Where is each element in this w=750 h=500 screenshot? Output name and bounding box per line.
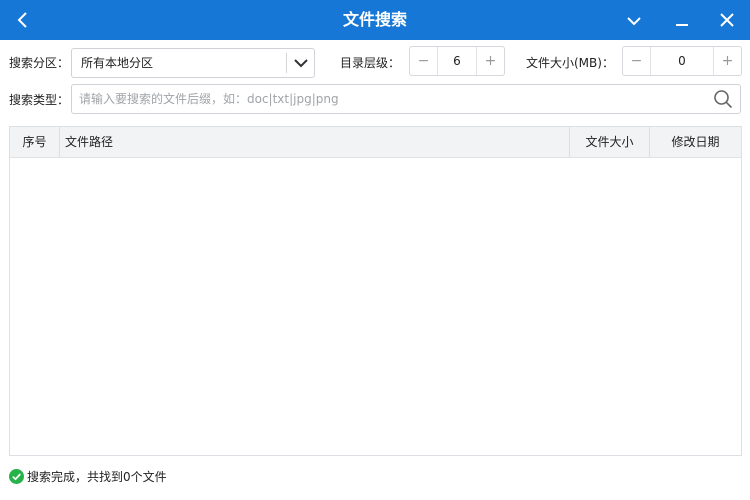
chevron-down-icon [627,17,641,26]
depth-increment-button[interactable]: + [476,47,504,75]
type-search-placeholder: 请输入要搜索的文件后缀，如：doc|txt|jpg|png [79,92,339,106]
select-divider [286,53,287,73]
size-stepper[interactable]: − 0 + [622,46,742,76]
size-decrement-button[interactable]: − [623,47,651,75]
minimize-icon [676,24,688,26]
type-label: 搜索类型： [9,93,70,107]
size-value[interactable]: 0 [651,47,713,75]
col-index[interactable]: 序号 [10,127,60,157]
partition-label: 搜索分区： [9,56,70,70]
type-search-input[interactable]: 请输入要搜索的文件后缀，如：doc|txt|jpg|png [71,84,741,114]
depth-value[interactable]: 6 [438,47,476,75]
table-header: 序号 文件路径 文件大小 修改日期 [10,127,741,158]
col-modified[interactable]: 修改日期 [650,127,741,157]
depth-decrement-button[interactable]: − [410,47,438,75]
close-button[interactable] [715,8,739,32]
size-increment-button[interactable]: + [713,47,741,75]
close-icon [720,13,734,27]
col-path[interactable]: 文件路径 [60,127,570,157]
search-icon[interactable] [713,89,733,109]
minimize-button[interactable] [670,8,694,32]
depth-stepper[interactable]: − 6 + [409,46,505,76]
menu-dropdown-button[interactable] [622,8,646,32]
chevron-down-icon[interactable] [292,54,310,72]
depth-label: 目录层级： [340,56,401,70]
check-circle-icon [9,469,24,484]
partition-select[interactable]: 所有本地分区 [71,48,315,78]
title-bar: 文件搜索 [0,0,750,40]
status-text: 搜索完成，共找到0个文件 [27,470,167,484]
results-table: 序号 文件路径 文件大小 修改日期 [9,126,742,456]
size-label: 文件大小(MB)： [526,56,614,70]
col-size[interactable]: 文件大小 [570,127,650,157]
partition-select-value: 所有本地分区 [81,56,154,70]
